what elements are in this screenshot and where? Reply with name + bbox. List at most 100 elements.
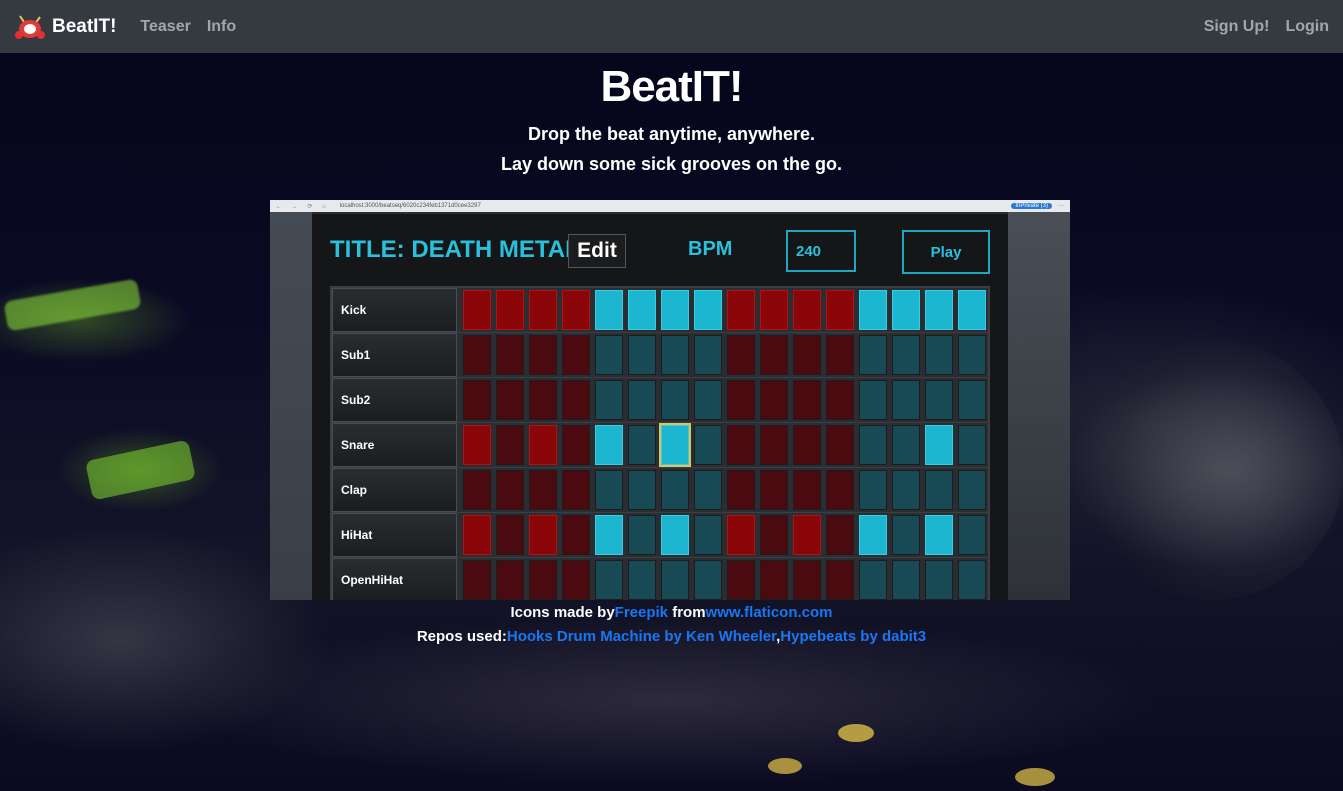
step-cell bbox=[627, 470, 656, 510]
step-cell bbox=[957, 560, 986, 600]
step-cell bbox=[957, 380, 986, 420]
step-cell bbox=[462, 470, 491, 510]
step-cell bbox=[693, 335, 722, 375]
bpm-field: 240 bbox=[786, 230, 856, 272]
step-cell bbox=[462, 335, 491, 375]
step-cell bbox=[858, 515, 887, 555]
track-row: HiHat bbox=[332, 513, 988, 558]
background-yellow-light bbox=[838, 724, 874, 742]
step-cell bbox=[561, 515, 590, 555]
step-cell bbox=[495, 560, 524, 600]
browser-nav-icons: ← → ⟳ ⌂ bbox=[276, 203, 330, 210]
step-cell bbox=[957, 470, 986, 510]
step-cell bbox=[594, 425, 623, 465]
step-cell bbox=[924, 515, 953, 555]
track-row: Sub1 bbox=[332, 333, 988, 378]
step-cell bbox=[462, 560, 491, 600]
step-cell bbox=[660, 335, 689, 375]
repo-credits: Repos used:Hooks Drum Machine by Ken Whe… bbox=[0, 628, 1343, 645]
step-cell bbox=[693, 470, 722, 510]
step-cell bbox=[658, 423, 691, 467]
step-cell bbox=[561, 425, 590, 465]
flaticon-link[interactable]: www.flaticon.com bbox=[706, 604, 833, 621]
step-cell bbox=[693, 515, 722, 555]
step-grid: Kick Sub1 Sub2 Snare Clap HiHat OpenHiHat bbox=[330, 286, 990, 600]
step-cell bbox=[891, 470, 920, 510]
step-cell bbox=[957, 425, 986, 465]
step-cell bbox=[594, 380, 623, 420]
step-cell bbox=[627, 560, 656, 600]
brand-name: BeatIT! bbox=[52, 15, 117, 37]
nav-link-sign-up[interactable]: Sign Up! bbox=[1204, 18, 1270, 36]
step-cell bbox=[660, 560, 689, 600]
step-cell bbox=[561, 470, 590, 510]
hypebeats-link[interactable]: Hypebeats by dabit3 bbox=[780, 628, 926, 645]
step-cell bbox=[462, 425, 491, 465]
step-cell bbox=[693, 380, 722, 420]
track-label: HiHat bbox=[332, 513, 457, 557]
track-label: OpenHiHat bbox=[332, 558, 457, 600]
step-cell bbox=[594, 515, 623, 555]
step-cell bbox=[891, 290, 920, 330]
browser-url: localhost:3000/beatseq/6020c234feb1371d0… bbox=[339, 203, 481, 209]
step-cell bbox=[693, 425, 722, 465]
step-cells bbox=[457, 513, 988, 557]
step-cell bbox=[792, 515, 821, 555]
step-cell bbox=[924, 470, 953, 510]
step-cells bbox=[457, 288, 988, 332]
step-cell bbox=[528, 425, 557, 465]
step-cell bbox=[792, 425, 821, 465]
step-cell bbox=[726, 335, 755, 375]
step-cell bbox=[528, 560, 557, 600]
step-cell bbox=[858, 380, 887, 420]
step-cell bbox=[528, 290, 557, 330]
beat-sequencer-app: TITLE: DEATH METAL Edit BPM 240 Play Kic… bbox=[312, 214, 1008, 600]
step-cells bbox=[457, 558, 988, 600]
step-cell bbox=[627, 425, 656, 465]
step-cell bbox=[825, 560, 854, 600]
nav-right-group: Sign Up! Login bbox=[1188, 18, 1329, 36]
hooks-drum-machine-link[interactable]: Hooks Drum Machine by Ken Wheeler bbox=[507, 628, 776, 645]
step-cell bbox=[627, 515, 656, 555]
nav-link-teaser[interactable]: Teaser bbox=[140, 18, 190, 36]
step-cell bbox=[627, 335, 656, 375]
step-cell bbox=[759, 515, 788, 555]
background-yellow-light-2 bbox=[768, 758, 802, 774]
step-cell bbox=[528, 335, 557, 375]
nav-link-login[interactable]: Login bbox=[1285, 18, 1329, 36]
step-cell bbox=[462, 515, 491, 555]
freepik-link[interactable]: Freepik bbox=[615, 604, 668, 621]
step-cell bbox=[759, 290, 788, 330]
track-label: Sub2 bbox=[332, 378, 457, 422]
step-cell bbox=[462, 290, 491, 330]
step-cell bbox=[825, 425, 854, 465]
step-cell bbox=[528, 380, 557, 420]
brand[interactable]: BeatIT! bbox=[14, 14, 117, 39]
edit-button: Edit bbox=[568, 234, 626, 268]
step-cell bbox=[825, 470, 854, 510]
step-cell bbox=[759, 470, 788, 510]
step-cell bbox=[594, 470, 623, 510]
step-cell bbox=[924, 560, 953, 600]
step-cells bbox=[457, 423, 988, 467]
background-yellow-light-3 bbox=[1015, 768, 1055, 786]
track-row: Sub2 bbox=[332, 378, 988, 423]
step-cell bbox=[462, 380, 491, 420]
step-cell bbox=[759, 335, 788, 375]
play-button: Play bbox=[902, 230, 990, 274]
step-cell bbox=[495, 515, 524, 555]
nav-link-info[interactable]: Info bbox=[207, 18, 236, 36]
track-label: Sub1 bbox=[332, 333, 457, 377]
background-green-button-glow-2 bbox=[84, 439, 197, 501]
step-cell bbox=[759, 560, 788, 600]
step-cell bbox=[627, 380, 656, 420]
step-cell bbox=[858, 560, 887, 600]
step-cell bbox=[495, 470, 524, 510]
step-cell bbox=[561, 335, 590, 375]
step-cell bbox=[792, 335, 821, 375]
step-cell bbox=[891, 560, 920, 600]
step-cell bbox=[891, 335, 920, 375]
tagline-1: Drop the beat anytime, anywhere. bbox=[527, 124, 816, 144]
step-cell bbox=[924, 380, 953, 420]
step-cell bbox=[726, 425, 755, 465]
